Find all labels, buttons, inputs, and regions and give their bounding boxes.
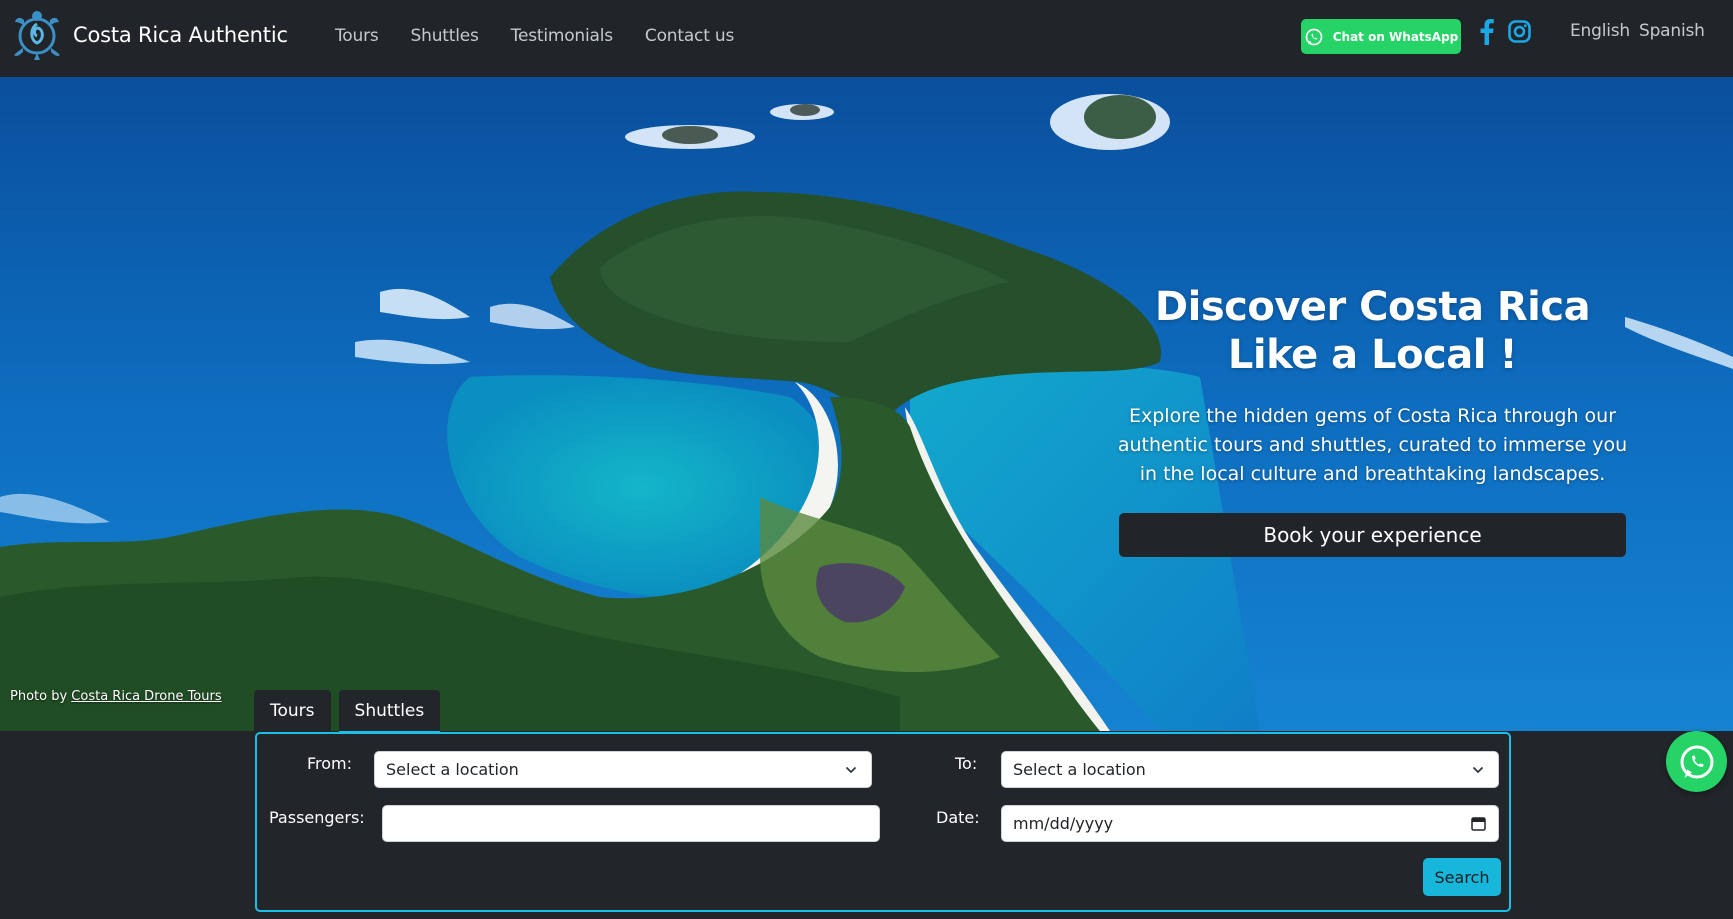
- passengers-input[interactable]: [382, 805, 880, 842]
- facebook-icon[interactable]: [1476, 17, 1496, 45]
- turtle-logo-icon: [14, 11, 60, 60]
- to-select[interactable]: Select a location: [1001, 751, 1499, 788]
- chevron-down-icon: [845, 766, 857, 774]
- nav-link-contact[interactable]: Contact us: [645, 26, 734, 46]
- from-select[interactable]: Select a location: [374, 751, 872, 788]
- instagram-icon[interactable]: [1508, 20, 1531, 43]
- from-select-value: Select a location: [386, 760, 519, 779]
- from-label: From:: [307, 754, 353, 773]
- brand[interactable]: Costa Rica Authentic: [10, 8, 288, 62]
- main-nav: Tours Shuttles Testimonials Contact us: [335, 26, 766, 46]
- nav-link-shuttles[interactable]: Shuttles: [411, 26, 479, 46]
- whatsapp-icon: [1305, 28, 1323, 45]
- book-experience-button[interactable]: Book your experience: [1119, 513, 1626, 557]
- passengers-label: Passengers:: [269, 808, 365, 827]
- date-input[interactable]: mm/dd/yyyy: [1001, 805, 1499, 842]
- to-select-value: Select a location: [1013, 760, 1146, 779]
- hero-description: Explore the hidden gems of Costa Rica th…: [1117, 405, 1628, 485]
- to-label: To:: [955, 754, 978, 773]
- whatsapp-icon: [1680, 745, 1713, 778]
- search-button[interactable]: Search: [1423, 858, 1501, 896]
- booking-tabs: Tours Shuttles: [254, 690, 448, 733]
- tab-tours[interactable]: Tours: [254, 690, 331, 731]
- shuttle-booking-form: From: Select a location To: Select a loc…: [255, 732, 1511, 912]
- navbar: Costa Rica Authentic Tours Shuttles Test…: [0, 0, 1733, 77]
- hero-title-line1: Discover Costa Rica: [1154, 284, 1591, 330]
- whatsapp-chat-label: Chat on WhatsApp: [1332, 29, 1459, 44]
- photo-credit: Photo by Costa Rica Drone Tours: [10, 689, 222, 704]
- hero-title: Discover Costa Rica Like a Local !: [1110, 283, 1635, 379]
- language-english[interactable]: English: [1570, 21, 1630, 41]
- nav-link-testimonials[interactable]: Testimonials: [511, 26, 613, 46]
- language-spanish[interactable]: Spanish: [1639, 21, 1705, 41]
- nav-link-tours[interactable]: Tours: [335, 26, 379, 46]
- chevron-down-icon: [1472, 766, 1484, 774]
- brand-name: Costa Rica Authentic: [73, 23, 288, 47]
- whatsapp-chat-button[interactable]: Chat on WhatsApp: [1301, 19, 1461, 54]
- photo-credit-link[interactable]: Costa Rica Drone Tours: [71, 689, 221, 704]
- whatsapp-floating-button[interactable]: [1666, 731, 1727, 792]
- photo-credit-prefix: Photo by: [10, 689, 72, 704]
- hero-title-line2: Like a Local !: [1227, 332, 1518, 378]
- tab-shuttles[interactable]: Shuttles: [338, 690, 441, 733]
- date-placeholder: mm/dd/yyyy: [1013, 814, 1114, 833]
- hero-section: Discover Costa Rica Like a Local ! Explo…: [0, 77, 1733, 731]
- calendar-icon[interactable]: [1471, 816, 1486, 831]
- date-label: Date:: [936, 808, 980, 827]
